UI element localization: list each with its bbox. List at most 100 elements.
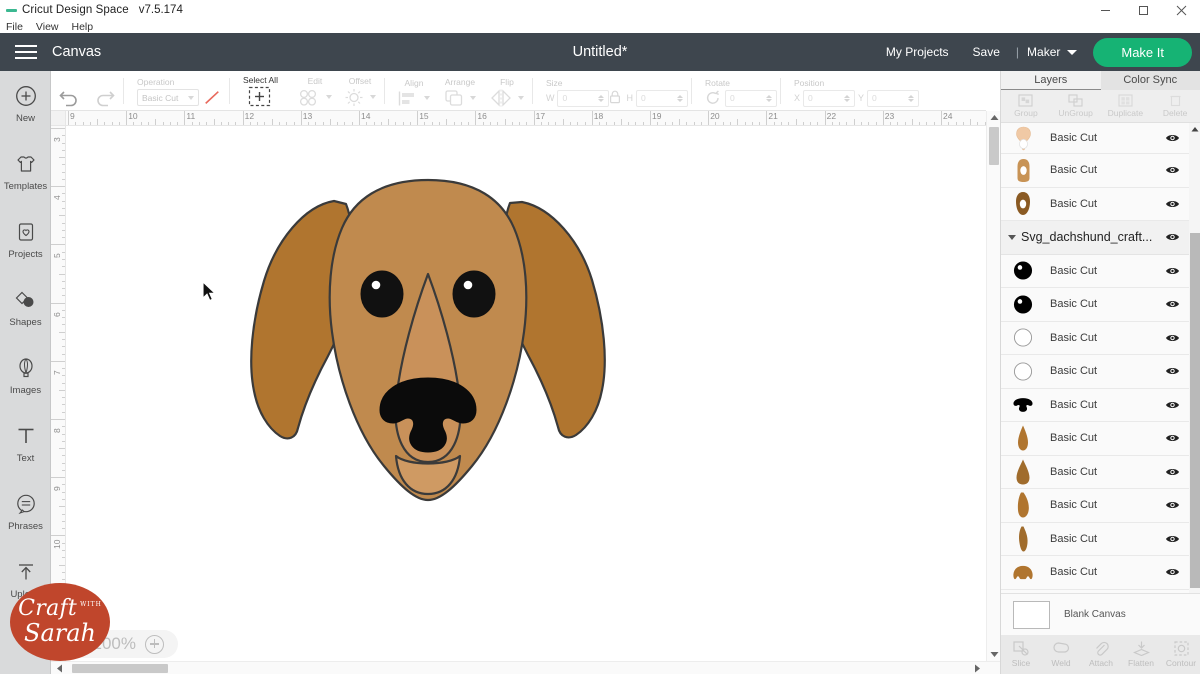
eye-icon[interactable] (1164, 467, 1180, 477)
eye-icon[interactable] (1164, 567, 1180, 577)
layer-row[interactable]: Basic Cut (1001, 389, 1189, 423)
size-h-stepper[interactable] (677, 95, 683, 102)
red-pen-icon[interactable] (203, 89, 221, 107)
slice-button[interactable]: Slice (1001, 641, 1041, 668)
blank-canvas-swatch[interactable] (1013, 601, 1050, 629)
tab-layers[interactable]: Layers (1001, 71, 1101, 90)
sidebar-item-shapes[interactable]: Shapes (0, 287, 51, 344)
eye-icon[interactable] (1164, 433, 1180, 443)
eye-icon[interactable] (1164, 199, 1180, 209)
eye-icon[interactable] (1164, 165, 1180, 175)
edit-icon[interactable] (298, 88, 320, 107)
scroll-left-icon[interactable] (53, 662, 66, 674)
sidebar-item-templates[interactable]: Templates (0, 151, 51, 208)
tab-color-sync[interactable]: Color Sync (1101, 71, 1200, 90)
layer-row[interactable]: Basic Cut (1001, 422, 1189, 456)
flip-icon[interactable] (490, 89, 512, 107)
duplicate-button[interactable]: Duplicate (1101, 90, 1151, 122)
offset-icon[interactable] (344, 88, 364, 107)
design-canvas[interactable] (66, 126, 986, 661)
eye-icon[interactable] (1164, 133, 1180, 143)
undo-icon[interactable] (59, 90, 80, 107)
layer-row[interactable]: Basic Cut (1001, 255, 1189, 289)
my-projects-button[interactable]: My Projects (874, 45, 961, 59)
save-button[interactable]: Save (961, 45, 1012, 59)
menu-item-view[interactable]: View (36, 21, 59, 33)
ungroup-button[interactable]: UnGroup (1051, 90, 1101, 122)
chevron-down-icon[interactable] (326, 95, 332, 99)
select-all-label[interactable]: Select All (243, 75, 278, 85)
size-w-stepper[interactable] (598, 95, 604, 102)
eye-icon[interactable] (1164, 232, 1180, 242)
contour-button[interactable]: Contour (1161, 641, 1200, 668)
scroll-up-icon[interactable] (1189, 123, 1200, 135)
chevron-down-icon[interactable] (370, 95, 376, 99)
lock-icon[interactable] (609, 90, 621, 104)
sidebar-item-new[interactable]: New (0, 83, 51, 140)
scroll-thumb[interactable] (989, 127, 999, 165)
layer-row[interactable]: Basic Cut (1001, 188, 1189, 222)
layer-row[interactable]: Basic Cut (1001, 322, 1189, 356)
eye-icon[interactable] (1164, 366, 1180, 376)
layer-row[interactable]: Basic Cut (1001, 523, 1189, 557)
make-it-button[interactable]: Make It (1093, 38, 1192, 67)
menu-item-help[interactable]: Help (72, 21, 94, 33)
layer-row[interactable]: Basic Cut (1001, 355, 1189, 389)
vertical-ruler[interactable]: 345678910 (51, 126, 66, 661)
machine-selector[interactable]: Maker (1023, 45, 1081, 59)
scroll-thumb[interactable] (1190, 233, 1200, 588)
operation-select[interactable]: Basic Cut (137, 89, 199, 106)
layer-row[interactable]: Basic Cut (1001, 456, 1189, 490)
rotate-stepper[interactable] (766, 95, 772, 102)
scroll-right-icon[interactable] (971, 662, 984, 674)
align-icon[interactable] (398, 90, 418, 107)
redo-icon[interactable] (94, 90, 115, 107)
caret-down-icon[interactable] (1005, 235, 1019, 240)
layer-row[interactable]: Basic Cut (1001, 489, 1189, 523)
maximize-icon[interactable] (1124, 0, 1162, 20)
layer-row[interactable]: Basic Cut (1001, 123, 1189, 154)
zoom-in-icon[interactable] (145, 635, 164, 654)
eye-icon[interactable] (1164, 400, 1180, 410)
menu-item-file[interactable]: File (6, 21, 23, 33)
sidebar-item-images[interactable]: Images (0, 355, 51, 412)
rotate-icon[interactable] (705, 90, 721, 106)
eye-icon[interactable] (1164, 500, 1180, 510)
arrange-icon[interactable] (444, 89, 464, 107)
flatten-button[interactable]: Flatten (1121, 641, 1161, 668)
layer-row[interactable]: Basic Cut (1001, 154, 1189, 188)
position-y-stepper[interactable] (908, 95, 914, 102)
eye-icon[interactable] (1164, 333, 1180, 343)
layer-row[interactable]: Basic Cut (1001, 556, 1189, 590)
sidebar-item-text[interactable]: Text (0, 423, 51, 480)
layers-list[interactable]: Basic Cut Basic Cut Basic Cut (1001, 123, 1189, 666)
chevron-down-icon[interactable] (424, 96, 430, 100)
scroll-thumb[interactable] (72, 664, 168, 673)
eye-icon[interactable] (1164, 299, 1180, 309)
horizontal-ruler[interactable]: 9101112131415161718192021222324 (66, 111, 986, 126)
chevron-down-icon[interactable] (518, 96, 524, 100)
scroll-up-icon[interactable] (987, 111, 1001, 124)
canvas-vertical-scrollbar[interactable] (986, 111, 1000, 661)
select-all-icon[interactable] (248, 87, 272, 107)
delete-button[interactable]: Delete (1150, 90, 1200, 122)
eye-icon[interactable] (1164, 534, 1180, 544)
layer-group-row[interactable]: Svg_dachshund_craft... (1001, 221, 1189, 255)
canvas-horizontal-scrollbar[interactable] (51, 661, 1000, 674)
eye-icon[interactable] (1164, 266, 1180, 276)
position-x-stepper[interactable] (844, 95, 850, 102)
scroll-down-icon[interactable] (987, 648, 1001, 661)
weld-button[interactable]: Weld (1041, 641, 1081, 668)
close-icon[interactable] (1162, 0, 1200, 20)
hamburger-icon[interactable] (0, 33, 52, 71)
layer-row[interactable]: Basic Cut (1001, 288, 1189, 322)
sidebar-item-projects[interactable]: Projects (0, 219, 51, 276)
minimize-icon[interactable] (1086, 0, 1124, 20)
layers-scrollbar[interactable] (1189, 123, 1200, 666)
dachshund-artwork[interactable] (66, 126, 986, 661)
sidebar-item-phrases[interactable]: Phrases (0, 491, 51, 548)
blank-canvas-row[interactable]: Blank Canvas (1001, 593, 1200, 635)
attach-button[interactable]: Attach (1081, 641, 1121, 668)
group-button[interactable]: Group (1001, 90, 1051, 122)
chevron-down-icon[interactable] (470, 96, 476, 100)
